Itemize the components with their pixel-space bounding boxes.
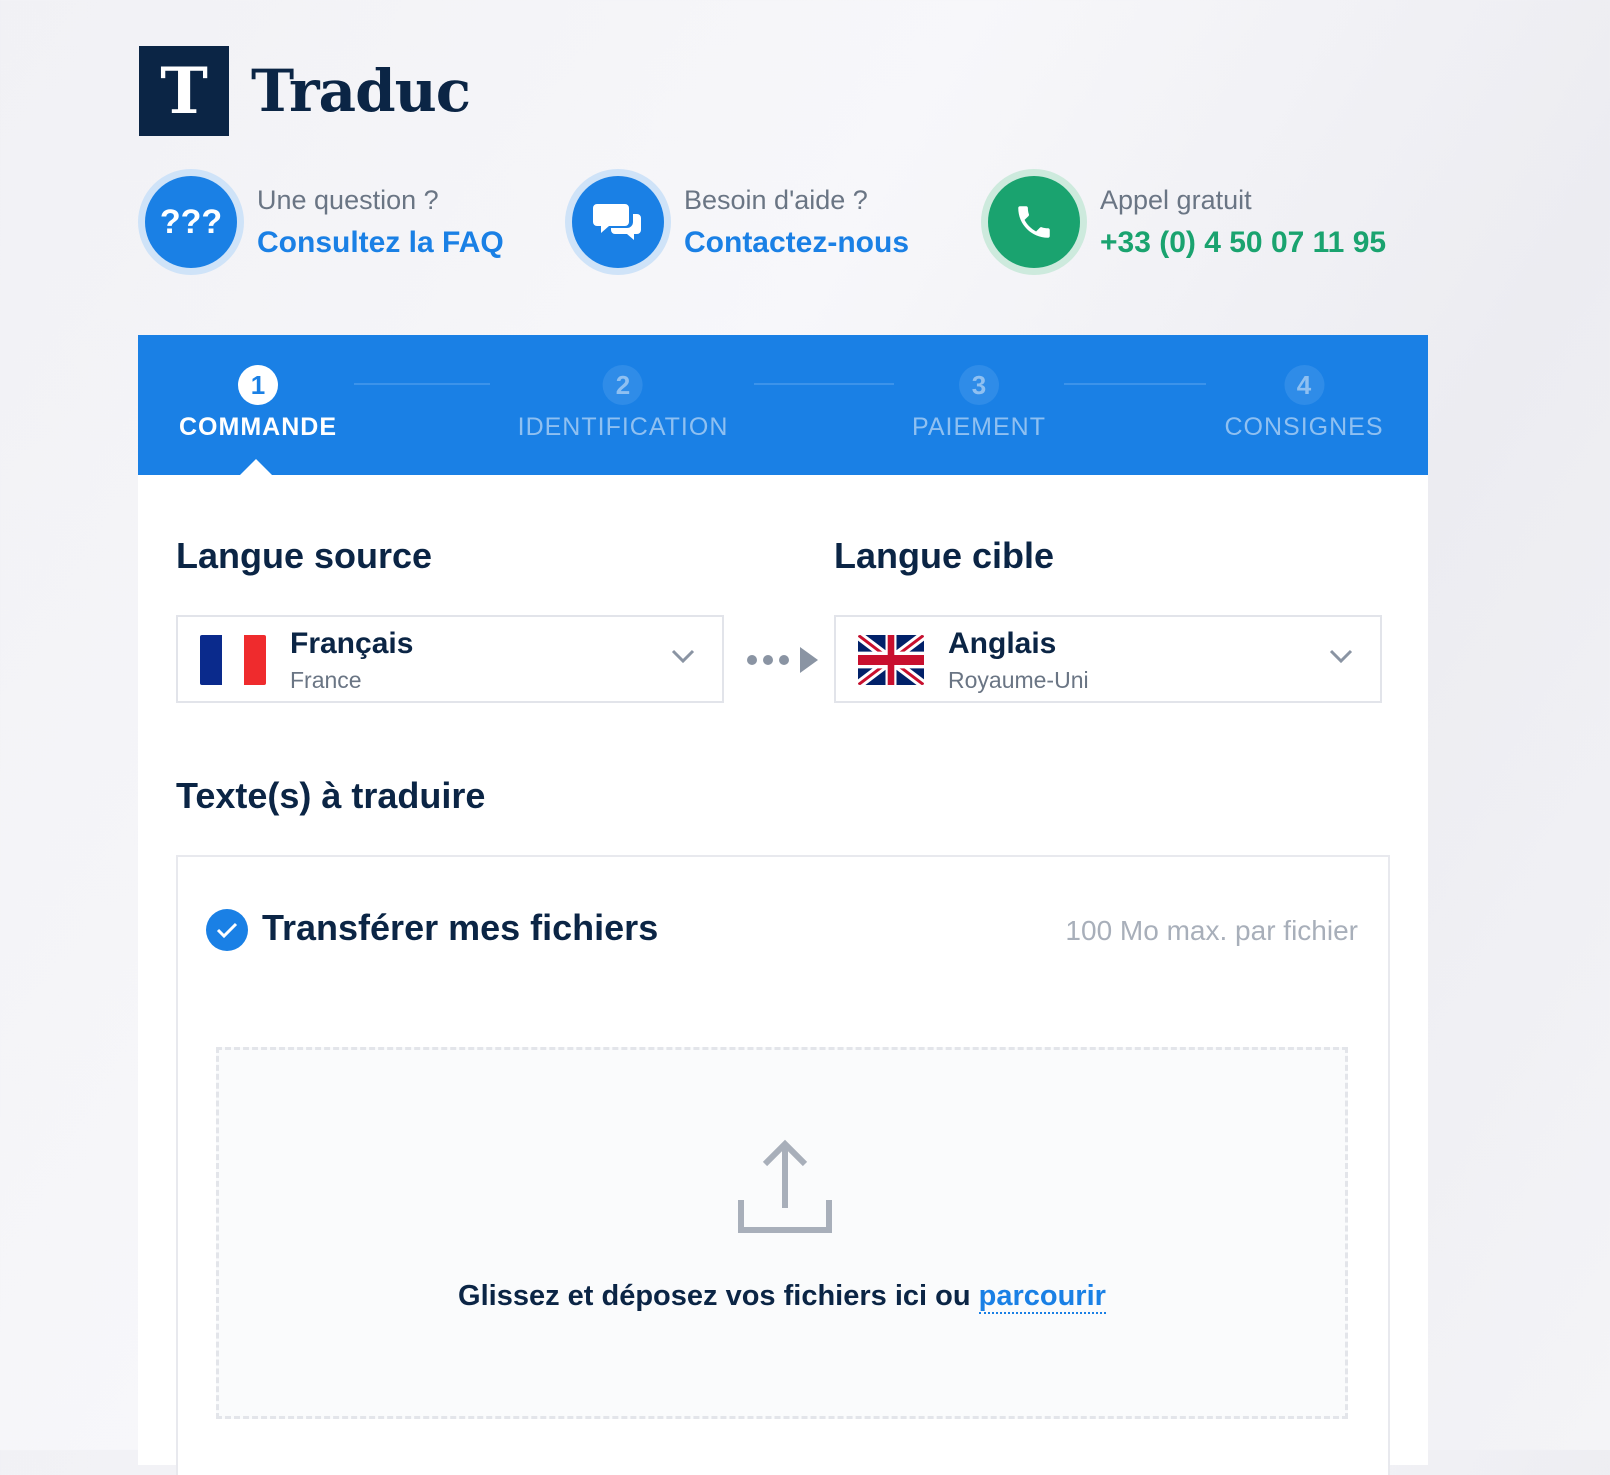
target-language-select[interactable]: Anglais Royaume-Uni bbox=[834, 615, 1382, 703]
phone-number-link[interactable]: +33 (0) 4 50 07 11 95 bbox=[1100, 226, 1386, 260]
step-number: 1 bbox=[238, 365, 278, 405]
logo-mark: T bbox=[139, 46, 229, 136]
source-country: France bbox=[290, 667, 362, 693]
source-language-name: Français bbox=[290, 627, 414, 660]
chevron-down-icon bbox=[1329, 649, 1353, 664]
chat-bubbles-icon bbox=[572, 176, 664, 268]
step-number: 4 bbox=[1284, 365, 1324, 405]
file-upload-box: Transférer mes fichiers 100 Mo max. par … bbox=[176, 855, 1390, 1475]
step-label: IDENTIFICATION bbox=[517, 413, 729, 441]
source-language-select[interactable]: Français France bbox=[176, 615, 724, 703]
france-flag-icon bbox=[200, 635, 266, 685]
faq-contact[interactable]: ??? Une question ? Consultez la FAQ bbox=[145, 176, 504, 268]
max-file-size: 100 Mo max. par fichier bbox=[1065, 915, 1358, 946]
step-label: CONSIGNES bbox=[1224, 413, 1384, 441]
transfer-files-option[interactable]: Transférer mes fichiers bbox=[262, 907, 658, 949]
step-separator bbox=[754, 383, 894, 385]
chevron-down-icon bbox=[671, 649, 695, 664]
check-icon[interactable] bbox=[206, 909, 248, 951]
step-number: 2 bbox=[602, 365, 643, 405]
direction-arrow-icon bbox=[747, 647, 818, 673]
step-number: 3 bbox=[958, 365, 999, 405]
faq-question: Une question ? bbox=[257, 184, 439, 215]
step-separator bbox=[354, 383, 490, 385]
upload-icon bbox=[738, 1139, 832, 1233]
order-panel: Langue source Langue cible Français Fran… bbox=[138, 475, 1428, 1475]
question-marks-icon: ??? bbox=[145, 176, 237, 268]
faq-link[interactable]: Consultez la FAQ bbox=[257, 226, 504, 260]
help-contact[interactable]: Besoin d'aide ? Contactez-nous bbox=[572, 176, 909, 268]
question-marks-glyph: ??? bbox=[159, 202, 223, 241]
target-language-name: Anglais bbox=[948, 627, 1057, 660]
active-step-caret bbox=[240, 459, 272, 475]
target-country: Royaume-Uni bbox=[948, 667, 1089, 693]
phone-icon bbox=[988, 176, 1080, 268]
step-consignes[interactable]: 4 CONSIGNES bbox=[1224, 365, 1383, 442]
logo[interactable]: T Traduc bbox=[139, 46, 471, 136]
step-separator bbox=[1064, 383, 1206, 385]
step-commande[interactable]: 1 COMMANDE bbox=[179, 365, 337, 442]
contact-link[interactable]: Contactez-nous bbox=[684, 226, 909, 260]
order-steps: 1 COMMANDE 2 IDENTIFICATION 3 PAIEMENT 4… bbox=[138, 335, 1428, 475]
step-label: PAIEMENT bbox=[912, 413, 1046, 441]
logo-text: Traduc bbox=[251, 57, 471, 125]
target-language-title: Langue cible bbox=[834, 535, 1055, 576]
step-identification[interactable]: 2 IDENTIFICATION bbox=[518, 365, 729, 442]
texts-title: Texte(s) à traduire bbox=[176, 775, 486, 816]
help-question: Besoin d'aide ? bbox=[684, 184, 868, 215]
step-label: COMMANDE bbox=[179, 413, 337, 441]
browse-link[interactable]: parcourir bbox=[978, 1280, 1106, 1314]
uk-flag-icon bbox=[858, 635, 924, 685]
step-paiement[interactable]: 3 PAIEMENT bbox=[912, 365, 1046, 442]
call-question: Appel gratuit bbox=[1100, 184, 1252, 215]
file-dropzone[interactable]: Glissez et déposez vos fichiers ici ou p… bbox=[216, 1047, 1348, 1419]
phone-contact[interactable]: Appel gratuit +33 (0) 4 50 07 11 95 bbox=[988, 176, 1386, 268]
drop-text: Glissez et déposez vos fichiers ici ou bbox=[458, 1280, 971, 1312]
source-language-title: Langue source bbox=[176, 535, 433, 576]
drop-instructions: Glissez et déposez vos fichiers ici ou p… bbox=[219, 1280, 1345, 1314]
